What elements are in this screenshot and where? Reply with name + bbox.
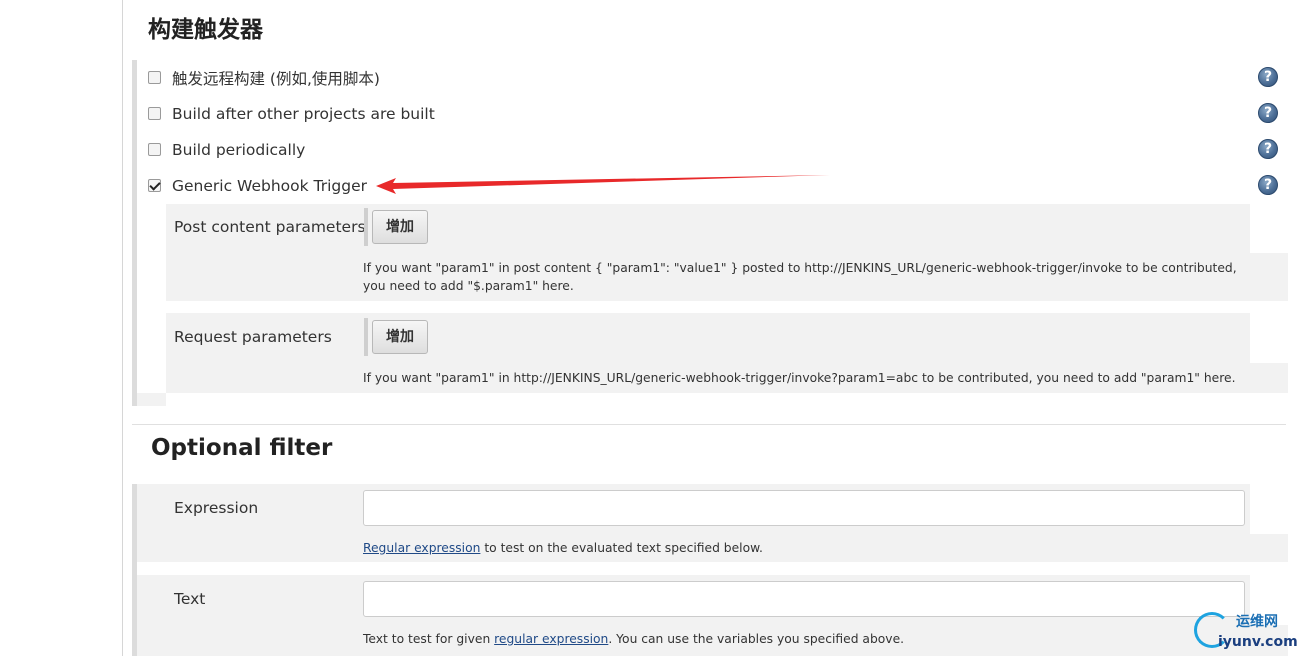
text-help-after: . You can use the variables you specifie… bbox=[608, 632, 905, 646]
request-params-help-text: If you want "param1" in http://JENKINS_U… bbox=[363, 371, 1236, 385]
request-params-add-button[interactable]: 增加 bbox=[372, 320, 428, 354]
text-label: Text bbox=[174, 590, 206, 608]
regular-expression-link[interactable]: Regular expression bbox=[363, 541, 480, 555]
post-content-label: Post content parameters bbox=[174, 218, 366, 236]
section-divider bbox=[132, 424, 1286, 425]
expression-label: Expression bbox=[174, 499, 259, 517]
expression-help-rest: to test on the evaluated text specified … bbox=[480, 541, 763, 555]
add-button-grip bbox=[364, 318, 368, 356]
watermark-en: iyunv.com bbox=[1218, 634, 1298, 650]
post-content-help-text: If you want "param1" in post content { "… bbox=[363, 261, 1237, 293]
arrow-shape bbox=[376, 175, 830, 194]
text-input[interactable] bbox=[363, 581, 1245, 617]
post-content-add-button[interactable]: 增加 bbox=[372, 210, 428, 244]
section-title-optional-filter: Optional filter bbox=[151, 435, 333, 461]
trigger-block-bottom bbox=[137, 393, 166, 406]
expression-input[interactable] bbox=[363, 490, 1245, 526]
add-button-grip bbox=[364, 208, 368, 246]
watermark-cn: 运维网 bbox=[1236, 614, 1278, 630]
text-help-text: Text to test for given regular expressio… bbox=[363, 630, 904, 648]
text-help-before: Text to test for given bbox=[363, 632, 495, 646]
watermark-logo: 运维网 iyunv.com bbox=[1194, 610, 1298, 656]
regular-expression-link[interactable]: regular expression bbox=[494, 632, 608, 646]
request-params-label: Request parameters bbox=[174, 328, 332, 346]
expression-help-text: Regular expression to test on the evalua… bbox=[363, 539, 763, 557]
